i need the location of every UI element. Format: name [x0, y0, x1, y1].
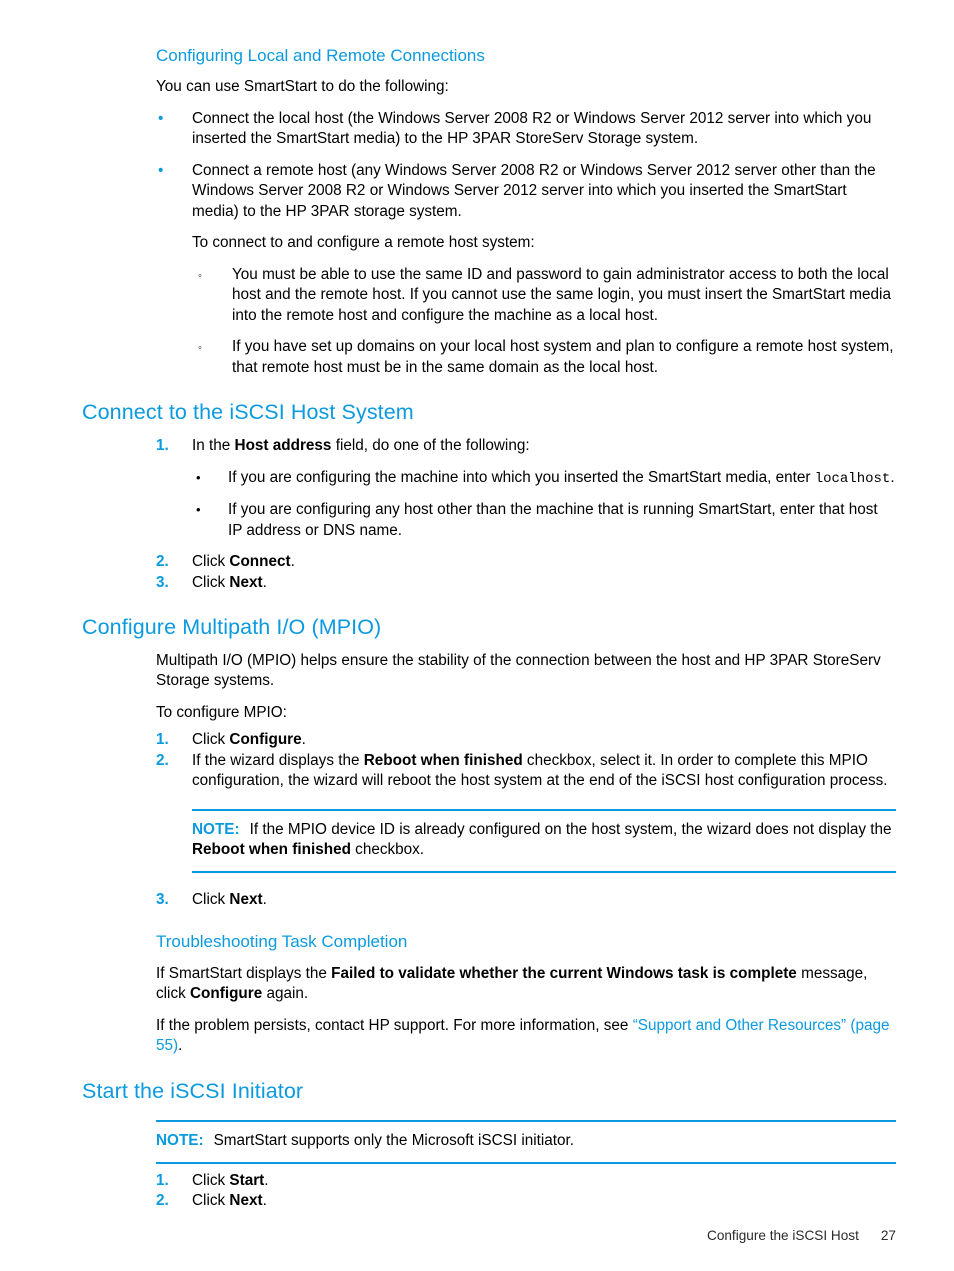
subintro-mpio: To configure MPIO:	[156, 703, 287, 721]
bullet-icon: •	[196, 502, 201, 518]
numbered-list-mpio-rest: 3. Click Next.	[156, 890, 896, 911]
hollow-circle-bullet-icon: ◦	[198, 342, 202, 355]
step-number: 2.	[156, 1192, 169, 1210]
step-number: 3.	[156, 573, 169, 591]
footer-page-number: 27	[880, 1228, 896, 1243]
bullet-icon: •	[158, 161, 164, 179]
heading-connect-iscsi-host-system: Connect to the iSCSI Host System	[82, 400, 414, 425]
note-box-initiator: NOTE: SmartStart supports only the Micros…	[156, 1120, 896, 1164]
list-item: • If you are configuring any host other …	[192, 500, 896, 541]
list-item: 3. Click Next.	[156, 890, 896, 911]
troubleshooting-paragraph-2: If the problem persists, contact HP supp…	[156, 1016, 890, 1055]
numbered-list-connect-rest: 2. Click Connect. 3. Click Next.	[156, 552, 896, 593]
step-bold-term: Host address	[234, 437, 332, 455]
list-item: 2. Click Next.	[156, 1191, 896, 1212]
bullet-list-connections: • Connect the local host (the Windows Se…	[156, 109, 896, 223]
document-page: Configuring Local and Remote Connections…	[0, 0, 954, 1271]
list-item: • If you are configuring the machine int…	[192, 468, 896, 490]
heading-configuring-connections: Configuring Local and Remote Connections	[156, 46, 485, 65]
section-connect-iscsi-host-body: 1. In the Host address field, do one of …	[156, 436, 896, 593]
list-item: 3. Click Next.	[156, 573, 896, 594]
subintro-remote-host: To connect to and configure a remote hos…	[192, 234, 535, 252]
list-item: • Connect the local host (the Windows Se…	[156, 109, 896, 150]
step-text: Click Next.	[192, 1192, 267, 1210]
note-bold-term: Reboot when finished	[192, 841, 351, 859]
footer-chapter-title: Configure the iSCSI Host	[707, 1228, 859, 1243]
list-item: ◦ If you have set up domains on your loc…	[192, 337, 896, 378]
numbered-list-initiator: 1. Click Start. 2. Click Next.	[156, 1171, 896, 1212]
list-item-text: Connect the local host (the Windows Serv…	[192, 109, 872, 148]
step-bold-term: Connect	[229, 553, 291, 571]
numbered-list-connect: 1. In the Host address field, do one of …	[156, 436, 896, 457]
step-text: If the wizard displays the Reboot when f…	[192, 751, 888, 790]
note-text: NOTE: SmartStart supports only the Micros…	[156, 1132, 575, 1150]
list-item-text: If you have set up domains on your local…	[232, 338, 894, 376]
list-item: 1. Click Configure.	[156, 730, 896, 751]
step-number: 3.	[156, 890, 169, 908]
section-configuring-connections: Configuring Local and Remote Connections…	[156, 46, 896, 378]
list-item-text: If you are configuring the machine into …	[228, 468, 895, 487]
hollow-circle-bullet-icon: ◦	[198, 269, 202, 282]
note-label: NOTE:	[192, 820, 240, 838]
cross-reference-link[interactable]: “Support and Other Resources”	[633, 1017, 846, 1034]
heading-start-iscsi-initiator: Start the iSCSI Initiator	[82, 1078, 304, 1103]
step-number: 2.	[156, 751, 169, 769]
note-box-mpio: NOTE: If the MPIO device ID is already co…	[192, 808, 896, 873]
list-item-text: You must be able to use the same ID and …	[232, 265, 891, 324]
literal-value: localhost	[814, 470, 891, 487]
step-text: In the Host address field, do one of the…	[192, 437, 530, 455]
bullet-icon: •	[158, 109, 164, 127]
nested-bullet-list-host-address: • If you are configuring the machine int…	[192, 468, 896, 542]
list-item-text: Connect a remote host (any Windows Serve…	[192, 161, 876, 220]
troubleshooting-paragraph-1: If SmartStart displays the Failed to val…	[156, 964, 868, 1003]
list-item: 2. If the wizard displays the Reboot whe…	[156, 751, 896, 792]
step-bold-term: Next	[229, 1192, 263, 1210]
section-start-iscsi-initiator-body: NOTE: SmartStart supports only the Micros…	[156, 1120, 896, 1212]
intro-configuring-connections: You can use SmartStart to do the followi…	[156, 78, 449, 96]
page-footer: Configure the iSCSI Host 27	[82, 1227, 896, 1245]
step-text: Click Configure.	[192, 731, 306, 749]
step-bold-term: Configure	[229, 731, 302, 749]
list-item: 1. Click Start.	[156, 1171, 896, 1192]
bullet-icon: •	[196, 469, 201, 485]
list-item: • Connect a remote host (any Windows Ser…	[156, 161, 896, 223]
section-configure-mpio-body: Multipath I/O (MPIO) helps ensure the st…	[156, 651, 896, 1057]
numbered-list-mpio: 1. Click Configure. 2. If the wizard dis…	[156, 730, 896, 792]
step-text: Click Next.	[192, 890, 267, 908]
step-number: 1.	[156, 437, 169, 455]
list-item-text: If you are configuring any host other th…	[228, 501, 878, 539]
step-number: 2.	[156, 553, 169, 571]
intro-mpio: Multipath I/O (MPIO) helps ensure the st…	[156, 651, 881, 690]
note-text: NOTE: If the MPIO device ID is already co…	[192, 820, 892, 859]
step-text: Click Start.	[192, 1171, 269, 1189]
step-number: 1.	[156, 1171, 169, 1189]
list-item: 2. Click Connect.	[156, 552, 896, 573]
step-bold-term: Reboot when finished	[363, 751, 523, 769]
step-bold-term: Next	[229, 573, 263, 591]
step-bold-term: Next	[229, 890, 263, 908]
heading-troubleshooting-task-completion: Troubleshooting Task Completion	[156, 932, 408, 952]
heading-configure-multipath-io: Configure Multipath I/O (MPIO)	[82, 615, 382, 640]
step-bold-term: Start	[229, 1171, 265, 1189]
note-label: NOTE:	[156, 1132, 204, 1150]
list-item: 1. In the Host address field, do one of …	[156, 436, 896, 457]
step-text: Click Connect.	[192, 553, 295, 571]
bold-message-text: Failed to validate whether the current W…	[331, 964, 797, 982]
list-item: ◦ You must be able to use the same ID an…	[192, 265, 896, 327]
step-number: 1.	[156, 731, 169, 749]
bold-button-name: Configure	[190, 985, 263, 1003]
sub-bullet-list-remote-host: ◦ You must be able to use the same ID an…	[192, 265, 896, 379]
step-text: Click Next.	[192, 573, 267, 591]
